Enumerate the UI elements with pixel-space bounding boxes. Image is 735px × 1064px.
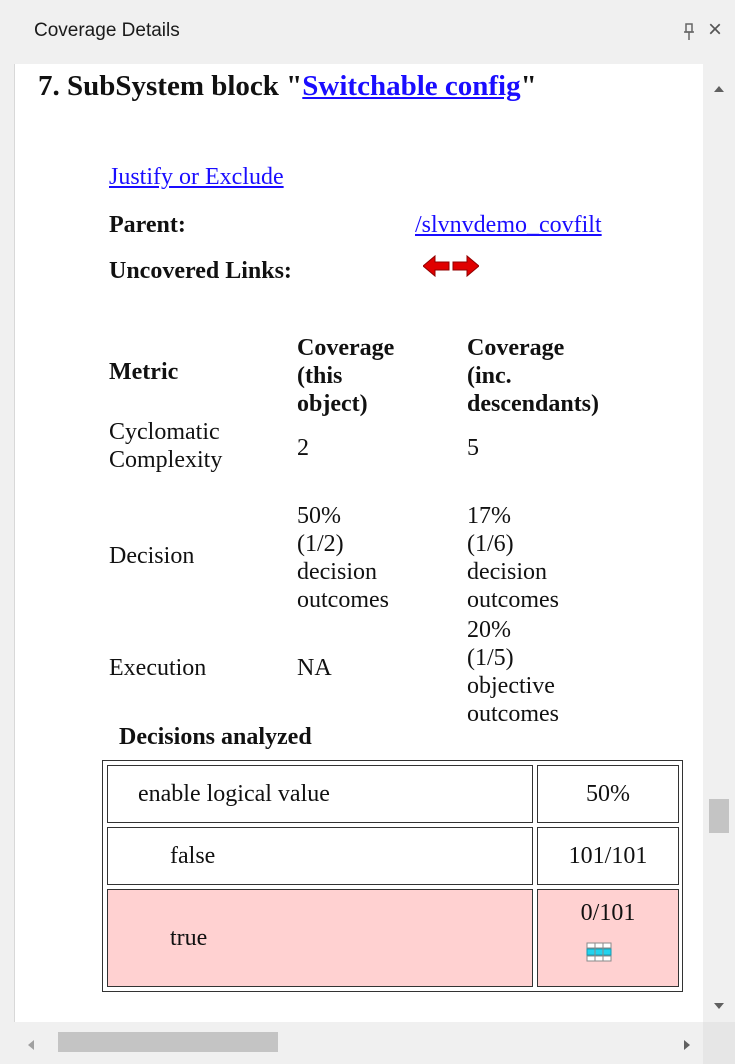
scroll-left-icon[interactable]	[26, 1038, 36, 1052]
table-row-metric: Cyclomatic Complexity	[109, 418, 222, 474]
uncovered-links-nav	[423, 254, 483, 278]
cell-line: outcomes	[297, 587, 389, 613]
coverage-data-icon[interactable]	[586, 942, 612, 962]
cell-line: decision	[467, 559, 547, 585]
pane-title: Coverage Details	[34, 20, 180, 41]
vertical-scroll-thumb[interactable]	[709, 799, 729, 833]
cell-line: 50% (1/2)	[297, 503, 344, 557]
block-link[interactable]: Switchable config	[302, 70, 520, 102]
justify-or-exclude-link[interactable]: Justify or Exclude	[109, 164, 284, 191]
vertical-scrollbar[interactable]	[703, 64, 735, 1022]
cell-line: Complexity	[109, 447, 223, 473]
pin-icon[interactable]	[683, 22, 695, 42]
table-row-desc: 17% (1/6) decision outcomes	[467, 502, 559, 614]
uncovered-links-label: Uncovered Links:	[109, 258, 292, 284]
coverage-this-header-line: Coverage	[297, 335, 395, 361]
section-heading: 7. SubSystem block "Switchable config"	[38, 70, 537, 103]
table-row-this: 2	[297, 435, 309, 461]
table-row-this: 50% (1/2) decision outcomes	[297, 502, 389, 614]
table-row-desc: 20% (1/5) objective outcomes	[467, 616, 559, 728]
coverage-this-header-line: (this object)	[297, 363, 368, 417]
outcome-value-cell: 0/101	[537, 889, 679, 987]
cell-line: outcomes	[467, 701, 559, 727]
scrollbar-corner	[703, 1022, 735, 1064]
cell-line: decision	[297, 559, 377, 585]
coverage-desc-header-line: descendants)	[467, 391, 600, 417]
table-row-metric: Decision	[109, 543, 195, 569]
decision-label-cell: enable logical value	[107, 765, 533, 823]
cell-line: outcomes	[467, 587, 559, 613]
outcome-value-text: 0/101	[580, 900, 636, 926]
decisions-title: Decisions analyzed	[119, 724, 312, 750]
pane-titlebar: Coverage Details ×	[0, 0, 735, 64]
coverage-desc-header-line: Coverage (inc.	[467, 335, 565, 389]
table-row-metric: Execution	[109, 655, 207, 681]
horizontal-scrollbar[interactable]	[14, 1022, 703, 1064]
outcome-label-cell: true	[107, 889, 533, 987]
scroll-down-icon[interactable]	[712, 1001, 726, 1011]
decision-value-cell: 50%	[537, 765, 679, 823]
heading-suffix: "	[520, 70, 537, 102]
decisions-table: enable logical value 50% false 101/101 t…	[102, 760, 683, 992]
cell-line: 20% (1/5)	[467, 617, 514, 671]
cell-line: 17% (1/6)	[467, 503, 514, 557]
scroll-up-icon[interactable]	[712, 84, 726, 94]
right-arrow-icon[interactable]	[451, 254, 479, 278]
outcome-value-cell: 101/101	[537, 827, 679, 885]
cell-line: Cyclomatic	[109, 419, 220, 445]
table-row-desc: 5	[467, 435, 479, 461]
coverage-this-header: Coverage (this object)	[297, 334, 394, 418]
heading-prefix: 7. SubSystem block "	[38, 70, 303, 102]
parent-label: Parent:	[109, 212, 186, 238]
parent-link[interactable]: /slvnvdemo_covfilt	[415, 212, 602, 239]
horizontal-scroll-thumb[interactable]	[58, 1032, 278, 1052]
coverage-desc-header: Coverage (inc. descendants)	[467, 334, 599, 418]
table-row-this: NA	[297, 655, 332, 681]
scroll-right-icon[interactable]	[682, 1038, 692, 1052]
close-icon[interactable]: ×	[708, 18, 722, 42]
metric-header: Metric	[109, 359, 179, 385]
cell-line: objective	[467, 673, 555, 699]
left-arrow-icon[interactable]	[423, 254, 451, 278]
outcome-label-cell: false	[107, 827, 533, 885]
details-viewport: 7. SubSystem block "Switchable config" J…	[14, 64, 704, 1022]
